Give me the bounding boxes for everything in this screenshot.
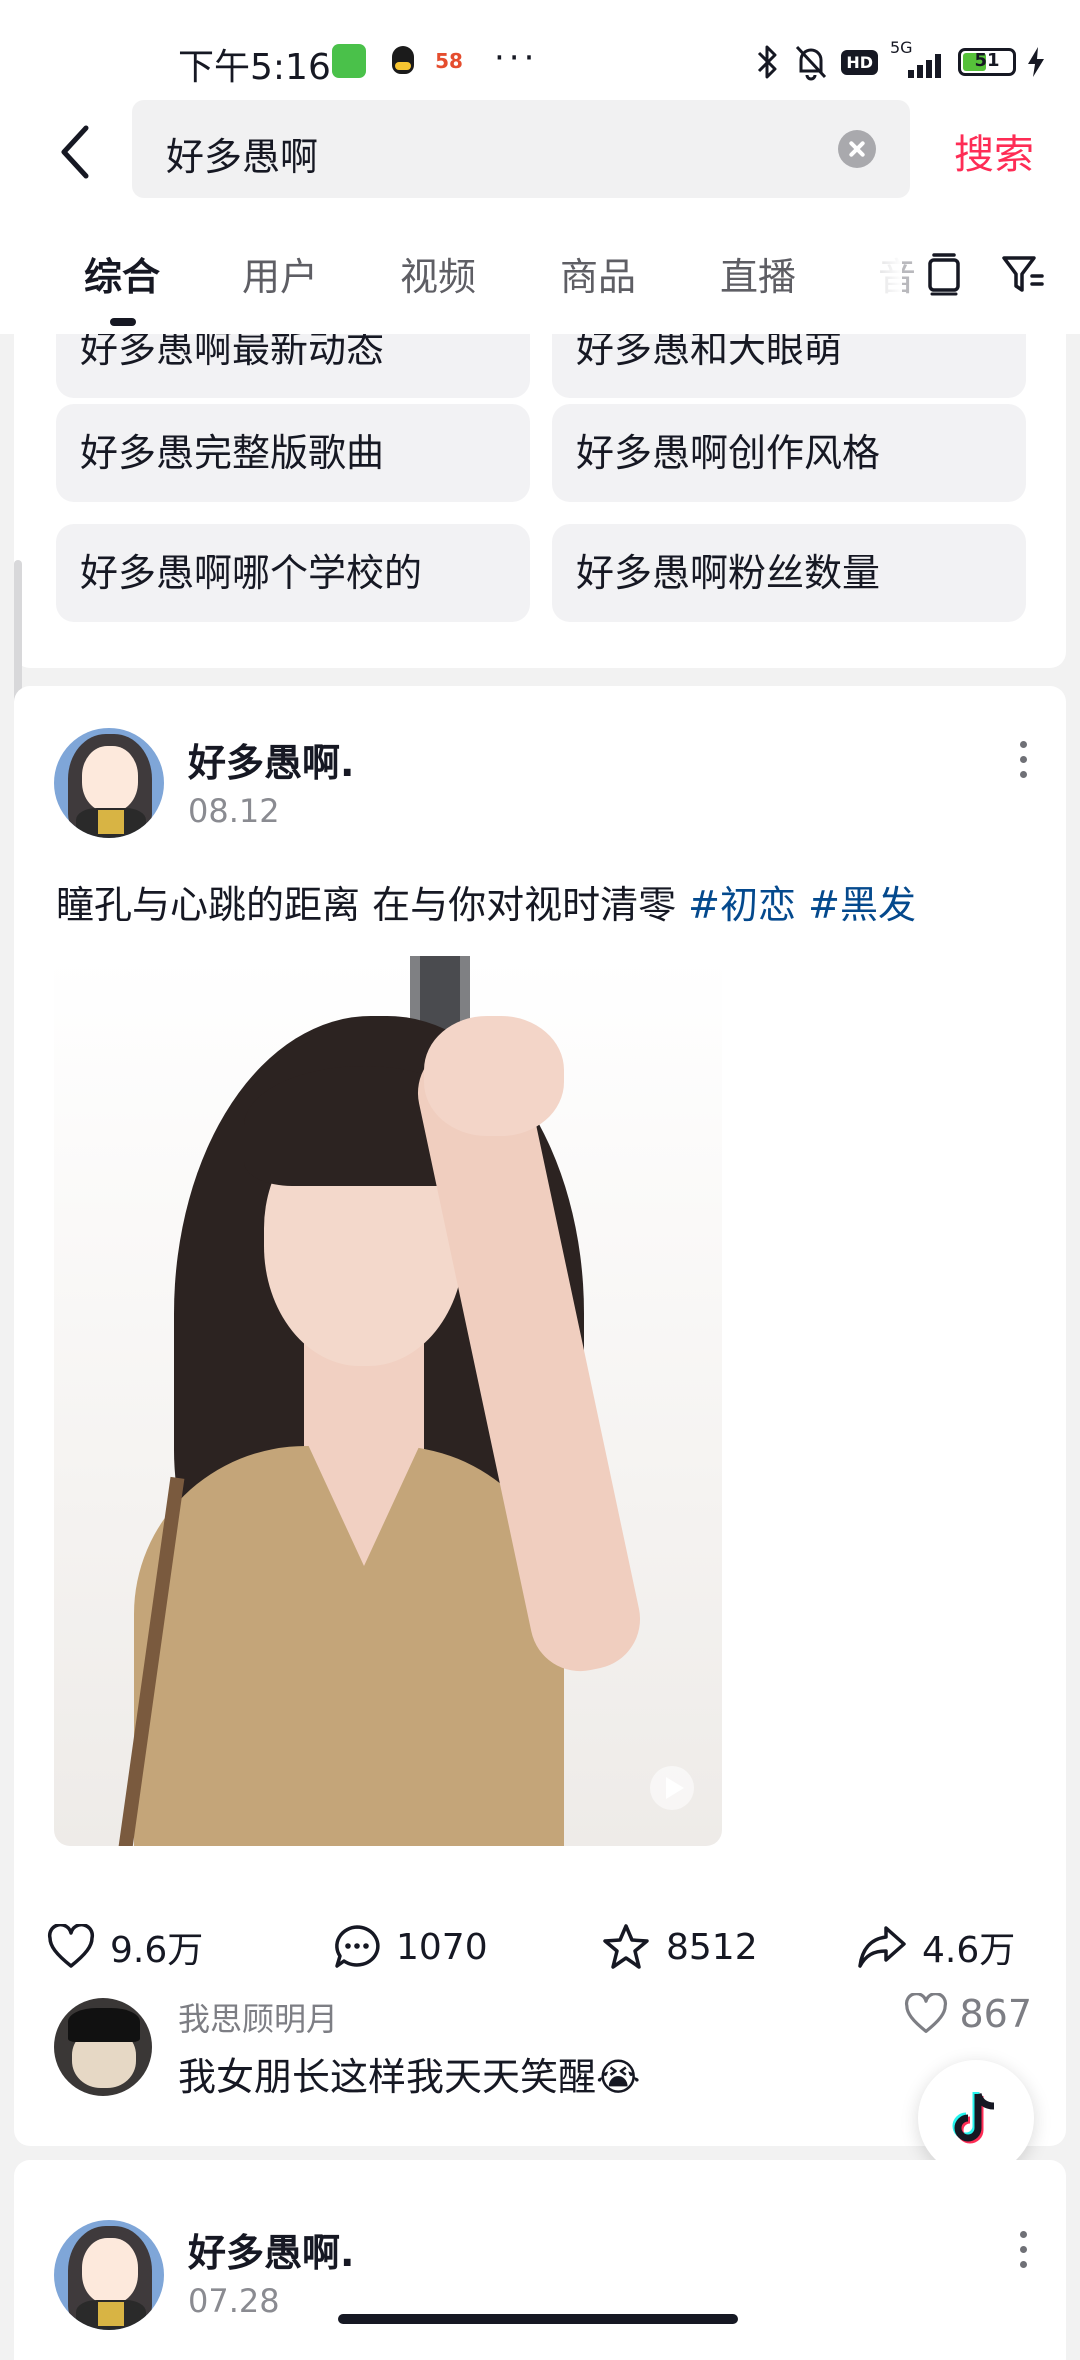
suggestion-chip[interactable]: 好多愚啊最新动态 <box>56 334 530 398</box>
hashtag-link[interactable]: #初恋 <box>688 883 796 927</box>
post-actions: 9.6万 1070 8512 4.6万 <box>14 1912 1066 1982</box>
search-tabs: 综合 用户 视频 商品 直播 音 <box>0 240 1080 334</box>
tab-fade <box>842 240 902 324</box>
status-time: 下午5:16 <box>178 47 331 88</box>
back-arrow-icon <box>61 125 89 179</box>
tab-videos[interactable]: 视频 <box>400 246 476 301</box>
bluetooth-icon <box>755 43 781 81</box>
battery-level: 51 <box>974 50 1000 71</box>
favorite-button[interactable]: 8512 <box>600 1912 758 1982</box>
comment-button[interactable]: 1070 <box>332 1912 488 1982</box>
more-options-icon[interactable] <box>1008 736 1038 786</box>
related-searches: 好多愚啊最新动态 好多愚和大眼萌 好多愚完整版歌曲 好多愚啊创作风格 好多愚啊哪… <box>14 334 1066 668</box>
author-avatar[interactable] <box>54 2220 164 2330</box>
hashtag-link[interactable]: #黑发 <box>808 883 916 927</box>
active-tab-indicator <box>110 318 136 326</box>
suggestion-chip[interactable]: 好多愚啊哪个学校的 <box>56 524 530 622</box>
back-button[interactable] <box>44 114 104 190</box>
share-count: 4.6万 <box>922 1930 1016 1971</box>
clear-search-button[interactable] <box>838 130 876 168</box>
top-comment[interactable]: 我思顾明月 我女朋长这样我天天笑醒😭 867 <box>14 1992 1066 2112</box>
tab-comprehensive[interactable]: 综合 <box>84 246 160 301</box>
play-icon <box>650 1766 694 1810</box>
search-button[interactable]: 搜索 <box>954 122 1034 180</box>
comment-like-button[interactable]: 867 <box>903 1992 1032 2036</box>
star-icon <box>603 1924 649 1969</box>
heart-icon <box>905 1993 948 2033</box>
search-query: 好多愚啊 <box>166 135 319 179</box>
tab-users[interactable]: 用户 <box>242 246 318 301</box>
tab-products[interactable]: 商品 <box>560 246 636 301</box>
author-name[interactable]: 好多愚啊. <box>188 2222 354 2277</box>
comment-like-count: 867 <box>959 1992 1032 2036</box>
suggestion-chip[interactable]: 好多愚和大眼萌 <box>552 334 1026 398</box>
like-count: 9.6万 <box>110 1930 204 1971</box>
douyin-float-button[interactable] <box>918 2060 1034 2176</box>
battery-icon: 51 <box>958 48 1016 76</box>
home-indicator[interactable] <box>338 2314 738 2324</box>
post-text: 瞳孔与心跳的距离 在与你对视时清零 <box>56 883 689 927</box>
post-date: 08.12 <box>188 792 280 830</box>
favorite-count: 8512 <box>666 1926 758 1968</box>
mute-bell-icon <box>793 43 829 81</box>
charging-bolt-icon <box>1028 47 1044 77</box>
commenter-name[interactable]: 我思顾明月 <box>178 1994 338 2040</box>
comment-count: 1070 <box>396 1926 488 1968</box>
author-avatar[interactable] <box>54 728 164 838</box>
post-card[interactable]: 好多愚啊. 08.12 瞳孔与心跳的距离 在与你对视时清零 #初恋 #黑发 9.… <box>14 686 1066 2146</box>
post-date: 07.28 <box>188 2282 280 2320</box>
douyin-logo-icon <box>952 2092 995 2144</box>
post-description: 瞳孔与心跳的距离 在与你对视时清零 #初恋 #黑发 <box>56 874 916 929</box>
wechat-notification-icon <box>332 44 366 78</box>
heart-icon <box>47 1924 95 1968</box>
share-icon <box>858 1926 906 1968</box>
app58-notification-icon: 58 <box>432 44 466 78</box>
suggestion-chip[interactable]: 好多愚完整版歌曲 <box>56 404 530 502</box>
tab-live[interactable]: 直播 <box>720 246 796 301</box>
status-bar: 下午5:16 58 ··· HD 5G 51 <box>0 0 1080 100</box>
author-name[interactable]: 好多愚啊. <box>188 732 354 787</box>
hd-voice-icon: HD <box>841 49 878 75</box>
search-input[interactable]: 好多愚啊 <box>132 100 910 198</box>
like-button[interactable]: 9.6万 <box>46 1912 203 1982</box>
post-card[interactable]: 好多愚啊. 07.28 <box>14 2160 1066 2360</box>
comment-text: 我女朋长这样我天天笑醒😭 <box>178 2055 641 2099</box>
commenter-avatar[interactable] <box>54 1998 152 2096</box>
signal-5g-icon: 5G <box>890 38 946 82</box>
share-button[interactable]: 4.6万 <box>856 1912 1015 1982</box>
window-stack-icon[interactable] <box>920 250 968 298</box>
post-photo[interactable] <box>54 956 722 1846</box>
qq-notification-icon <box>386 44 420 78</box>
suggestion-chip[interactable]: 好多愚啊创作风格 <box>552 404 1026 502</box>
comment-icon <box>335 1925 380 1968</box>
network-type-label: 5G <box>890 38 913 57</box>
suggestion-chip[interactable]: 好多愚啊粉丝数量 <box>552 524 1026 622</box>
filter-icon[interactable] <box>998 250 1046 298</box>
more-notifications-icon: ··· <box>494 38 539 78</box>
more-options-icon[interactable] <box>1008 2226 1038 2276</box>
search-header: 好多愚啊 搜索 综合 用户 视频 商品 直播 音 <box>0 100 1080 334</box>
